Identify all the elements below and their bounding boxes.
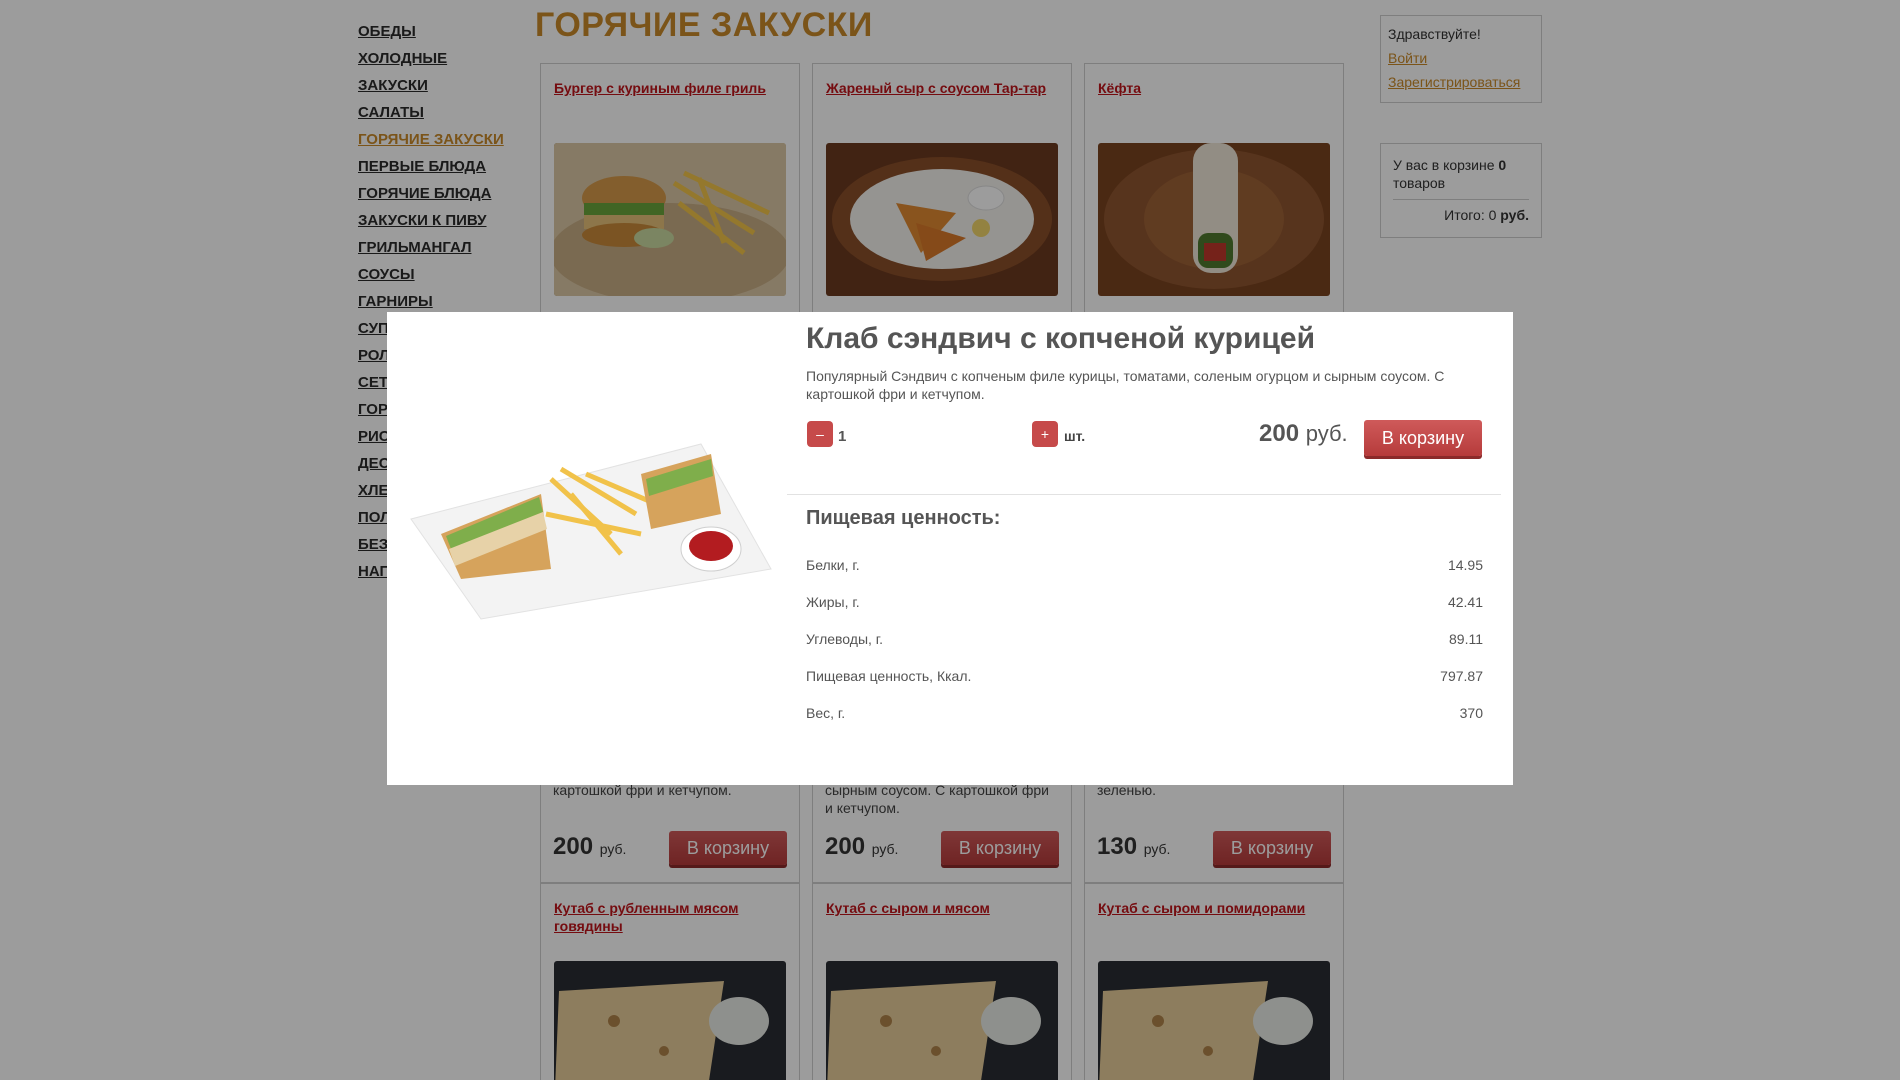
nutrition-row: Вес, г. 370 bbox=[806, 705, 1483, 721]
modal-title: Клаб сэндвич с копченой курицей bbox=[806, 322, 1316, 355]
nutrition-row: Углеводы, г. 89.11 bbox=[806, 631, 1483, 647]
nutrition-row: Белки, г. 14.95 bbox=[806, 557, 1483, 573]
nutrition-value: 797.87 bbox=[1440, 668, 1483, 684]
nutrition-value: 370 bbox=[1459, 705, 1483, 721]
modal-description: Популярный Сэндвич с копченым филе куриц… bbox=[806, 368, 1445, 402]
divider bbox=[787, 494, 1501, 495]
nutrition-row: Жиры, г. 42.41 bbox=[806, 594, 1483, 610]
decrease-quantity-button[interactable]: – bbox=[807, 421, 833, 447]
nutrition-value: 89.11 bbox=[1449, 631, 1483, 647]
nutrition-label: Углеводы, г. bbox=[806, 631, 884, 647]
quantity-unit: шт. bbox=[1064, 428, 1086, 444]
product-modal: Клаб сэндвич с копченой курицей Популярн… bbox=[387, 312, 1513, 785]
nutrition-label: Белки, г. bbox=[806, 557, 860, 573]
nutrition-title: Пищевая ценность: bbox=[806, 507, 1001, 529]
nutrition-value: 42.41 bbox=[1447, 594, 1483, 610]
add-to-cart-button[interactable]: В корзину bbox=[1364, 420, 1482, 456]
increase-quantity-button[interactable]: + bbox=[1032, 421, 1058, 447]
modal-price: 200 руб. bbox=[1259, 420, 1348, 448]
nutrition-label: Пищевая ценность, Ккал. bbox=[806, 668, 972, 684]
nutrition-row: Пищевая ценность, Ккал. 797.87 bbox=[806, 668, 1483, 684]
nutrition-value: 14.95 bbox=[1447, 557, 1483, 573]
club-sandwich-image bbox=[401, 384, 775, 634]
nutrition-label: Жиры, г. bbox=[806, 594, 860, 610]
price-value: 200 bbox=[1259, 420, 1300, 447]
price-currency: руб. bbox=[1305, 421, 1348, 446]
nutrition-label: Вес, г. bbox=[806, 705, 846, 721]
quantity-value[interactable]: 1 bbox=[838, 428, 846, 445]
modal-product-photo bbox=[401, 384, 775, 634]
